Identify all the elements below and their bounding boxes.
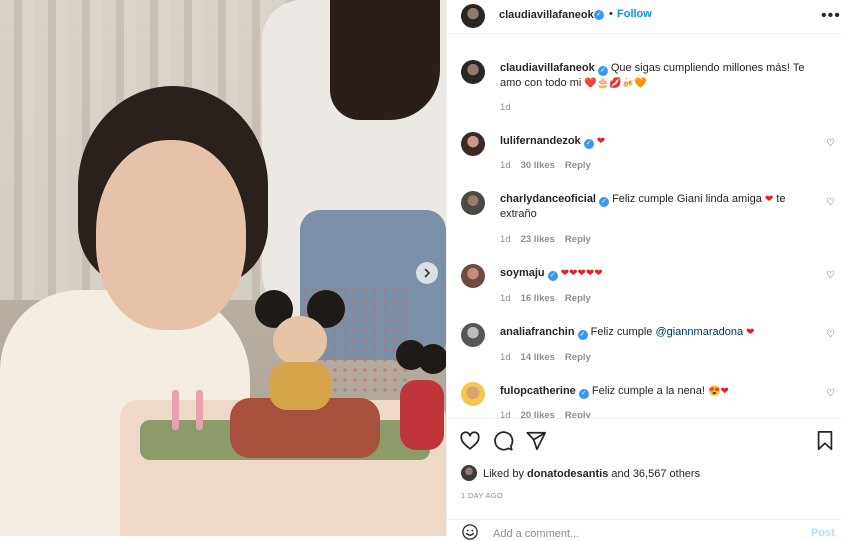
comment-text: Feliz cumple a la nena!: [591, 385, 705, 397]
heart-icon[interactable]: ♡: [826, 138, 835, 149]
bookmark-icon[interactable]: [815, 430, 835, 452]
likes-summary: Liked by donatodesantis and 36,567 other…: [483, 468, 700, 480]
comment-text-block: lulifernandezok ✓ ❤: [500, 134, 810, 149]
photo-minnie-figure: [396, 340, 446, 450]
comment-username[interactable]: lulifernandezok: [500, 135, 581, 147]
likes-prefix: Liked by: [483, 468, 524, 480]
caption-time: 1d: [500, 102, 511, 113]
comment-username[interactable]: analiafranchin: [500, 326, 575, 338]
heart-icon[interactable]: ♡: [826, 197, 835, 208]
comment-text: Feliz cumple: [590, 326, 653, 338]
reply-button[interactable]: Reply: [565, 234, 591, 245]
comment-likes[interactable]: 30 likes: [521, 160, 555, 171]
heart-icon[interactable]: ♡: [826, 329, 835, 340]
author-username[interactable]: claudiavillafaneok: [499, 9, 594, 21]
comment-likes[interactable]: 16 likes: [521, 293, 555, 304]
comment-time: 1d: [500, 160, 511, 171]
reply-button[interactable]: Reply: [565, 352, 591, 363]
comment-meta: 1d 30 likes Reply: [500, 160, 601, 171]
comment-username[interactable]: fulopcatherine: [500, 385, 576, 397]
heart-icon[interactable]: [459, 430, 481, 452]
comment-time: 1d: [500, 293, 511, 304]
post-comment-button[interactable]: Post: [811, 527, 835, 539]
comment-time: 1d: [500, 352, 511, 363]
comment-emojis: ❤: [746, 327, 755, 338]
verified-badge-icon: ✓: [577, 330, 588, 340]
comment-time: 1d: [500, 234, 511, 245]
add-comment-row: Post: [447, 519, 841, 541]
comment-username[interactable]: soymaju: [500, 267, 545, 279]
avatar[interactable]: [461, 132, 485, 156]
reply-button[interactable]: Reply: [565, 293, 591, 304]
liker-username[interactable]: donatodesantis: [527, 468, 608, 480]
verified-badge-icon: ✓: [583, 139, 594, 149]
comment-icon[interactable]: [492, 430, 514, 452]
photo-child-face: [96, 140, 246, 330]
comment-username[interactable]: charlydanceoficial: [500, 193, 596, 205]
verified-badge-icon: ✓: [547, 271, 558, 281]
avatar[interactable]: [461, 382, 485, 406]
header-separator: •: [609, 8, 613, 20]
heart-icon[interactable]: ♡: [826, 270, 835, 281]
comment-meta: 1d 16 likes Reply: [500, 293, 601, 304]
avatar[interactable]: [461, 60, 485, 84]
avatar[interactable]: [461, 264, 485, 288]
comment-meta: 1d 23 likes Reply: [500, 234, 601, 245]
comment-text-block: soymaju ✓ ❤❤❤❤❤: [500, 266, 810, 281]
comment-likes[interactable]: 14 likes: [521, 352, 555, 363]
comment-emojis: 😍❤: [708, 386, 729, 397]
comment-emojis: ❤❤❤❤❤: [560, 268, 603, 279]
comment-text-block: charlydanceoficial ✓ Feliz cumple Giani l…: [500, 192, 810, 222]
heart-icon[interactable]: ♡: [826, 388, 835, 399]
photo-candle: [196, 390, 203, 430]
caption-meta: 1d: [500, 102, 521, 113]
emoji-icon[interactable]: [461, 523, 479, 541]
add-comment-input[interactable]: [491, 527, 795, 541]
comment-emojis: ❤: [764, 194, 774, 205]
comment-text-block: fulopcatherine ✓ Feliz cumple a la nena! …: [500, 384, 810, 399]
post-date: 1 DAY AGO: [461, 491, 504, 500]
photo-mickey-figure: [255, 290, 345, 410]
verified-badge-icon: ✓: [594, 10, 604, 20]
more-icon[interactable]: •••: [815, 6, 841, 26]
avatar[interactable]: [461, 323, 485, 347]
chevron-right-icon: [424, 268, 431, 278]
author-avatar[interactable]: [461, 4, 485, 28]
comment-mention[interactable]: @giannmaradona: [655, 326, 743, 338]
avatar[interactable]: [461, 191, 485, 215]
comments-list[interactable]: claudiavillafaneok ✓ Que sigas cumpliendo…: [447, 33, 841, 419]
comment-text: Feliz cumple Giani linda amiga: [612, 193, 762, 205]
post-header: claudiavillafaneok ✓ • Follow •••: [447, 0, 841, 33]
carousel-next-button[interactable]: [416, 262, 438, 284]
caption-emojis: ❤️🎂💋🍻🧡: [584, 78, 647, 89]
verified-badge-icon: ✓: [597, 66, 608, 76]
comment-likes[interactable]: 23 likes: [521, 234, 555, 245]
comment-text-block: analiafranchin ✓ Feliz cumple @giannmarad…: [500, 325, 810, 340]
follow-button[interactable]: Follow: [617, 8, 652, 20]
post-side-panel: claudiavillafaneok ✓ • Follow ••• claudi…: [446, 0, 841, 541]
post-actions: Liked by donatodesantis and 36,567 other…: [447, 418, 841, 541]
comment-emojis: ❤: [596, 136, 606, 147]
likes-count[interactable]: and 36,567 others: [611, 468, 700, 480]
comment-meta: 1d 14 likes Reply: [500, 352, 601, 363]
share-icon[interactable]: [525, 430, 547, 452]
reply-button[interactable]: Reply: [565, 160, 591, 171]
photo-adult-hair: [330, 0, 440, 120]
caption-username[interactable]: claudiavillafaneok: [500, 62, 595, 74]
verified-badge-icon: ✓: [578, 389, 589, 399]
post-photo[interactable]: [0, 0, 446, 536]
photo-candle: [172, 390, 179, 430]
verified-badge-icon: ✓: [599, 197, 609, 207]
caption-text-block: claudiavillafaneok ✓ Que sigas cumpliendo…: [500, 61, 810, 91]
liker-avatar[interactable]: [461, 465, 477, 481]
